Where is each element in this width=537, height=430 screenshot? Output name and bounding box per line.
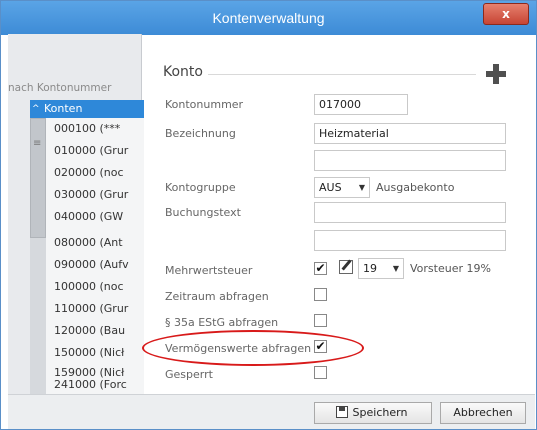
- tree-item[interactable]: 000100 (***: [54, 122, 120, 135]
- tree-root-label: Konten: [44, 102, 83, 115]
- tree-item[interactable]: 030000 (Grur: [54, 188, 128, 201]
- highlight-annotation: [142, 330, 364, 366]
- zeitraum-label: Zeitraum abfragen: [165, 290, 269, 303]
- gesperrt-label: Gesperrt: [165, 368, 213, 381]
- tree-item[interactable]: 150000 (Nicł: [54, 346, 124, 359]
- chevron-down-icon: ▼: [392, 264, 399, 273]
- tree-item[interactable]: 090000 (Aufv: [54, 258, 129, 271]
- tree-item[interactable]: 020000 (noc: [54, 166, 124, 179]
- title-bar: Kontenverwaltung x: [1, 1, 536, 35]
- kontonummer-field[interactable]: 017000: [314, 94, 408, 115]
- kontogruppe-value: AUS: [319, 181, 342, 194]
- add-account-icon[interactable]: [484, 62, 508, 86]
- cancel-button[interactable]: Abbrechen: [440, 402, 526, 424]
- collapse-icon[interactable]: ^: [32, 103, 43, 115]
- kontogruppe-hint: Ausgabekonto: [376, 181, 455, 194]
- mwst-rate-value: 19: [363, 262, 377, 275]
- scroll-grip-icon: ≡: [33, 138, 42, 149]
- estg-checkbox[interactable]: [314, 314, 327, 327]
- tree-item[interactable]: 010000 (Grur: [54, 144, 128, 157]
- zeitraum-checkbox[interactable]: [314, 288, 327, 301]
- chevron-down-icon: ▼: [358, 183, 365, 192]
- mwst-label: Mehrwertsteuer: [165, 264, 253, 277]
- gesperrt-checkbox[interactable]: [314, 366, 327, 379]
- account-search-input[interactable]: nach Kontonummer: [8, 82, 111, 94]
- tree-item[interactable]: 080000 (Ant: [54, 236, 123, 249]
- tree-scrollbar-thumb[interactable]: [30, 118, 46, 238]
- section-divider: [208, 74, 476, 75]
- mwst-rate-select[interactable]: 19 ▼: [358, 258, 404, 279]
- edit-icon[interactable]: [339, 260, 353, 274]
- bezeichnung-field[interactable]: Heizmaterial: [314, 123, 506, 144]
- window-title: Kontenverwaltung: [212, 10, 325, 26]
- tree-item[interactable]: 100000 (noc: [54, 280, 124, 293]
- section-title-konto: Konto: [163, 64, 203, 80]
- bezeichnung-label: Bezeichnung: [165, 127, 236, 140]
- save-button[interactable]: Speichern: [314, 402, 432, 424]
- tree-item[interactable]: 241000 (Forc: [54, 378, 127, 391]
- kontogruppe-label: Kontogruppe: [165, 181, 236, 194]
- tree-item[interactable]: 120000 (Bau: [54, 324, 125, 337]
- floppy-disk-icon: [336, 406, 348, 418]
- kontogruppe-select[interactable]: AUS ▼: [314, 177, 370, 198]
- estg-label: § 35a EStG abfragen: [165, 316, 279, 329]
- close-button[interactable]: x: [483, 3, 529, 25]
- tree-root-konten[interactable]: Konten: [30, 100, 144, 118]
- tree-item[interactable]: 110000 (Grur: [54, 302, 128, 315]
- bezeichnung-field-2[interactable]: [314, 150, 506, 171]
- mwst-checkbox[interactable]: ✔: [314, 262, 327, 275]
- kontonummer-label: Kontonummer: [165, 98, 244, 111]
- save-button-label: Speichern: [352, 406, 408, 419]
- buchungstext-label: Buchungstext: [165, 206, 241, 219]
- tree-item[interactable]: 040000 (GW: [54, 210, 123, 223]
- buchungstext-field[interactable]: [314, 202, 506, 223]
- mwst-hint: Vorsteuer 19%: [410, 262, 491, 275]
- buchungstext-field-2[interactable]: [314, 230, 506, 251]
